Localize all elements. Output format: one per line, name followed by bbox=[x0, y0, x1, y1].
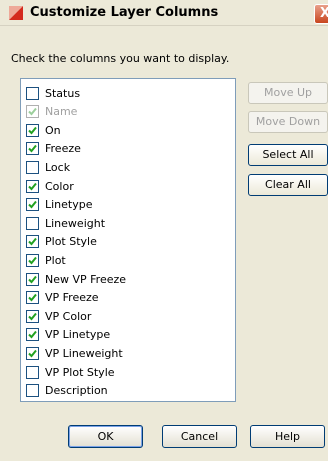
checkmark-icon bbox=[28, 349, 37, 358]
instruction-text: Check the columns you want to display. bbox=[11, 52, 230, 65]
column-checkbox[interactable] bbox=[26, 235, 39, 249]
column-label: Linetype bbox=[45, 198, 93, 212]
column-label: Name bbox=[45, 105, 78, 119]
column-item[interactable]: VP Linetype bbox=[26, 327, 110, 343]
column-label: VP Plot Style bbox=[45, 365, 115, 379]
checkmark-icon bbox=[28, 275, 37, 283]
column-item[interactable]: Plot bbox=[26, 252, 66, 268]
column-item[interactable]: VP Lineweight bbox=[26, 345, 123, 361]
column-item[interactable]: Status bbox=[26, 85, 80, 101]
dialog-title: Customize Layer Columns bbox=[30, 5, 219, 20]
column-item[interactable]: Linetype bbox=[26, 197, 93, 213]
column-label: Lineweight bbox=[45, 216, 106, 230]
move-down-label: Move Down bbox=[255, 115, 321, 128]
column-item[interactable]: Lineweight bbox=[26, 215, 105, 231]
column-checkbox[interactable] bbox=[26, 384, 39, 398]
move-down-button[interactable]: Move Down bbox=[248, 111, 328, 133]
column-checkbox[interactable] bbox=[26, 253, 39, 267]
column-checkbox[interactable] bbox=[26, 365, 39, 379]
column-label: Freeze bbox=[45, 142, 81, 156]
title-bar[interactable]: Customize Layer Columns X bbox=[0, 0, 328, 26]
ok-button[interactable]: OK bbox=[68, 425, 143, 448]
column-item[interactable]: VP Freeze bbox=[26, 290, 99, 306]
cancel-button[interactable]: Cancel bbox=[162, 425, 237, 448]
layer-icon bbox=[9, 6, 23, 20]
clear-all-label: Clear All bbox=[265, 178, 311, 191]
column-item[interactable]: Description bbox=[26, 383, 108, 399]
column-item[interactable]: VP Color bbox=[26, 308, 91, 324]
column-label: VP Freeze bbox=[45, 291, 99, 305]
column-item[interactable]: Color bbox=[26, 178, 74, 194]
ok-label: OK bbox=[97, 430, 114, 443]
checkmark-icon bbox=[28, 256, 37, 265]
column-label: Color bbox=[45, 179, 74, 193]
column-label: Status bbox=[45, 86, 81, 100]
help-button[interactable]: Help bbox=[250, 425, 325, 448]
column-checkbox[interactable] bbox=[26, 142, 39, 156]
column-label: VP Color bbox=[45, 309, 92, 323]
column-checkbox bbox=[26, 105, 39, 119]
column-checkbox[interactable] bbox=[26, 328, 39, 342]
close-icon: X bbox=[319, 6, 328, 21]
select-all-label: Select All bbox=[262, 148, 314, 161]
column-label: Plot bbox=[45, 253, 66, 267]
column-checkbox[interactable] bbox=[26, 309, 39, 323]
column-checkbox[interactable] bbox=[26, 346, 39, 360]
column-label: On bbox=[45, 123, 61, 137]
move-up-button[interactable]: Move Up bbox=[248, 82, 328, 104]
column-checkbox[interactable] bbox=[26, 291, 39, 305]
checkmark-icon bbox=[28, 238, 37, 246]
close-button[interactable]: X bbox=[314, 4, 328, 24]
column-label: Plot Style bbox=[45, 235, 97, 249]
column-checkbox[interactable] bbox=[26, 86, 39, 100]
customize-layer-columns-dialog: Customize Layer Columns X Check the colu… bbox=[0, 0, 328, 461]
clear-all-button[interactable]: Clear All bbox=[248, 174, 328, 196]
column-label: VP Linetype bbox=[45, 328, 111, 342]
column-item[interactable]: On bbox=[26, 122, 61, 138]
column-label: VP Lineweight bbox=[45, 346, 123, 360]
column-label: New VP Freeze bbox=[45, 272, 127, 286]
column-label: Lock bbox=[45, 160, 71, 174]
help-label: Help bbox=[274, 430, 301, 443]
column-item[interactable]: Plot Style bbox=[26, 234, 97, 250]
select-all-button[interactable]: Select All bbox=[248, 144, 328, 166]
column-checkbox[interactable] bbox=[26, 123, 39, 137]
column-checkbox[interactable] bbox=[26, 216, 39, 230]
cancel-label: Cancel bbox=[180, 430, 219, 443]
checkmark-icon bbox=[28, 293, 37, 302]
column-item: Name bbox=[26, 104, 77, 120]
checkmark-icon bbox=[28, 312, 37, 321]
column-item[interactable]: Freeze bbox=[26, 141, 81, 157]
checkmark-icon bbox=[28, 145, 37, 153]
column-checkbox[interactable] bbox=[26, 272, 39, 286]
column-checkbox[interactable] bbox=[26, 160, 39, 174]
column-item[interactable]: Lock bbox=[26, 159, 70, 175]
checkmark-icon bbox=[28, 200, 37, 209]
column-checkbox[interactable] bbox=[26, 179, 39, 193]
column-list[interactable]: Status Name On Freeze Lock Color Linetype Linew… bbox=[20, 78, 236, 402]
column-label: Description bbox=[45, 384, 108, 398]
column-item[interactable]: VP Plot Style bbox=[26, 364, 115, 380]
column-item[interactable]: New VP Freeze bbox=[26, 271, 126, 287]
checkmark-icon bbox=[28, 182, 37, 190]
column-checkbox[interactable] bbox=[26, 198, 39, 212]
move-up-label: Move Up bbox=[263, 86, 313, 99]
checkmark-icon bbox=[28, 126, 37, 135]
checkmark-icon bbox=[28, 331, 37, 339]
checkmark-icon bbox=[28, 107, 37, 116]
